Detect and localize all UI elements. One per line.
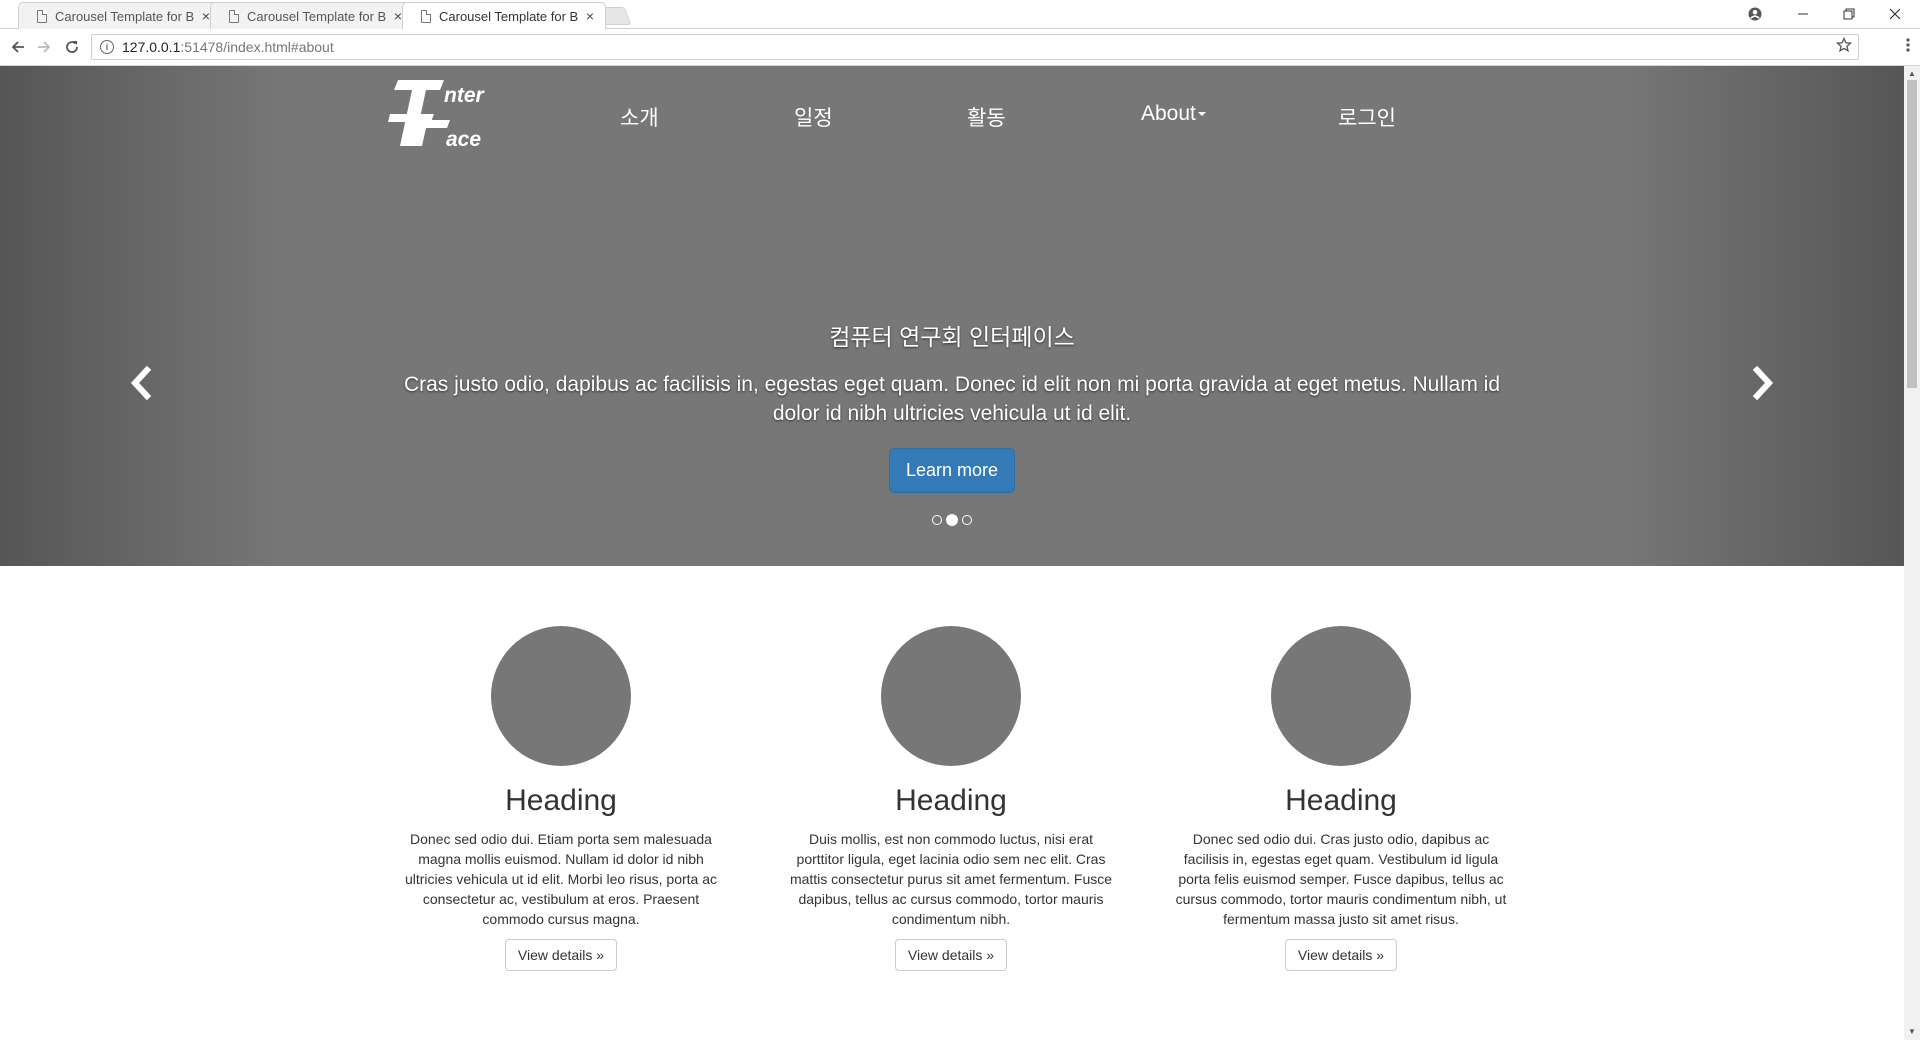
column-text: Donec sed odio dui. Etiam porta sem male… (404, 831, 718, 927)
menu-icon[interactable] (1906, 37, 1910, 58)
carousel-title: 컴퓨터 연구회 인터페이스 (829, 324, 1075, 350)
carousel-text: Cras justo odio, dapibus ac facilisis in… (403, 373, 1501, 425)
column-heading: Heading (895, 784, 1007, 817)
nav-link-login[interactable]: 로그인 (1338, 102, 1396, 132)
browser-tab-1[interactable]: Carousel Template for B × (18, 2, 222, 29)
column-heading: Heading (1285, 784, 1397, 817)
marketing-column: Heading Duis mollis, est non commodo luc… (776, 626, 1126, 971)
page-viewport: nter ace 소개 일정 활동 About 로그인 컴퓨터 연구회 인터페이… (0, 66, 1904, 1040)
minimize-icon[interactable] (1780, 0, 1826, 28)
caret-down-icon (1197, 112, 1206, 117)
page-scrollbar[interactable]: ▲ ▼ (1904, 66, 1920, 1040)
reload-icon[interactable] (60, 35, 84, 59)
tab-strip: Carousel Template for B × Carousel Templ… (0, 0, 1920, 29)
nav-link-activity[interactable]: 활동 (967, 102, 1006, 132)
carousel-next-icon[interactable] (1748, 366, 1778, 400)
carousel-indicator-2[interactable] (946, 514, 958, 526)
close-icon[interactable] (1872, 0, 1918, 28)
carousel-left-shade[interactable] (0, 66, 286, 566)
back-icon[interactable] (6, 35, 30, 59)
address-bar[interactable]: i 127.0.0.1:51478/index.html#about (91, 34, 1859, 60)
tab-title: Carousel Template for B (55, 8, 195, 24)
column-heading: Heading (505, 784, 617, 817)
forward-icon[interactable] (32, 35, 56, 59)
marketing-column: Heading Donec sed odio dui. Cras justo o… (1166, 626, 1516, 971)
svg-text:ace: ace (446, 128, 481, 150)
placeholder-image (1271, 626, 1411, 766)
column-text: Duis mollis, est non commodo luctus, nis… (789, 831, 1113, 927)
document-icon (229, 9, 239, 23)
interface-logo[interactable]: nter ace (384, 78, 504, 150)
carousel-prev-icon[interactable] (126, 366, 156, 400)
tab-close-icon[interactable]: × (583, 8, 597, 24)
column-text: Donec sed odio dui. Cras justo odio, dap… (1175, 831, 1507, 927)
scroll-up-icon[interactable]: ▲ (1908, 69, 1916, 78)
url-path: :51478/index.html#about (180, 39, 334, 55)
document-icon (421, 9, 431, 23)
nav-link-intro[interactable]: 소개 (620, 102, 659, 132)
info-icon[interactable]: i (100, 40, 114, 54)
view-details-button[interactable]: View details » (1284, 939, 1398, 971)
scroll-down-icon[interactable]: ▼ (1908, 1027, 1916, 1036)
browser-tab-3[interactable]: Carousel Template for B × (402, 2, 606, 29)
carousel-caption: 컴퓨터 연구회 인터페이스 Cras justo odio, dapibus a… (390, 322, 1514, 493)
carousel-right-shade[interactable] (1618, 66, 1904, 566)
view-details-button[interactable]: View details » (504, 939, 618, 971)
learn-more-button[interactable]: Learn more (888, 448, 1016, 493)
svg-text:nter: nter (444, 84, 486, 107)
carousel: nter ace 소개 일정 활동 About 로그인 컴퓨터 연구회 인터페이… (0, 66, 1904, 566)
nav-dropdown-about[interactable]: About (1141, 102, 1206, 126)
nav-about-label: About (1141, 102, 1196, 125)
profile-icon[interactable] (1732, 0, 1778, 28)
carousel-indicator-3[interactable] (962, 515, 972, 525)
star-icon[interactable] (1835, 36, 1853, 58)
url-host: 127.0.0.1 (122, 39, 181, 55)
browser-toolbar: i 127.0.0.1:51478/index.html#about (0, 29, 1920, 66)
marketing-column: Heading Donec sed odio dui. Etiam porta … (386, 626, 736, 971)
nav-link-schedule[interactable]: 일정 (794, 102, 833, 132)
tab-title: Carousel Template for B (439, 8, 579, 24)
placeholder-image (491, 626, 631, 766)
placeholder-image (881, 626, 1021, 766)
tab-title: Carousel Template for B (247, 8, 387, 24)
view-details-button[interactable]: View details » (894, 939, 1008, 971)
browser-tab-2[interactable]: Carousel Template for B × (210, 2, 414, 29)
document-icon (37, 9, 47, 23)
restore-icon[interactable] (1826, 0, 1872, 28)
scrollbar-thumb[interactable] (1907, 80, 1917, 388)
carousel-indicators (0, 514, 1904, 526)
carousel-indicator-1[interactable] (932, 515, 942, 525)
